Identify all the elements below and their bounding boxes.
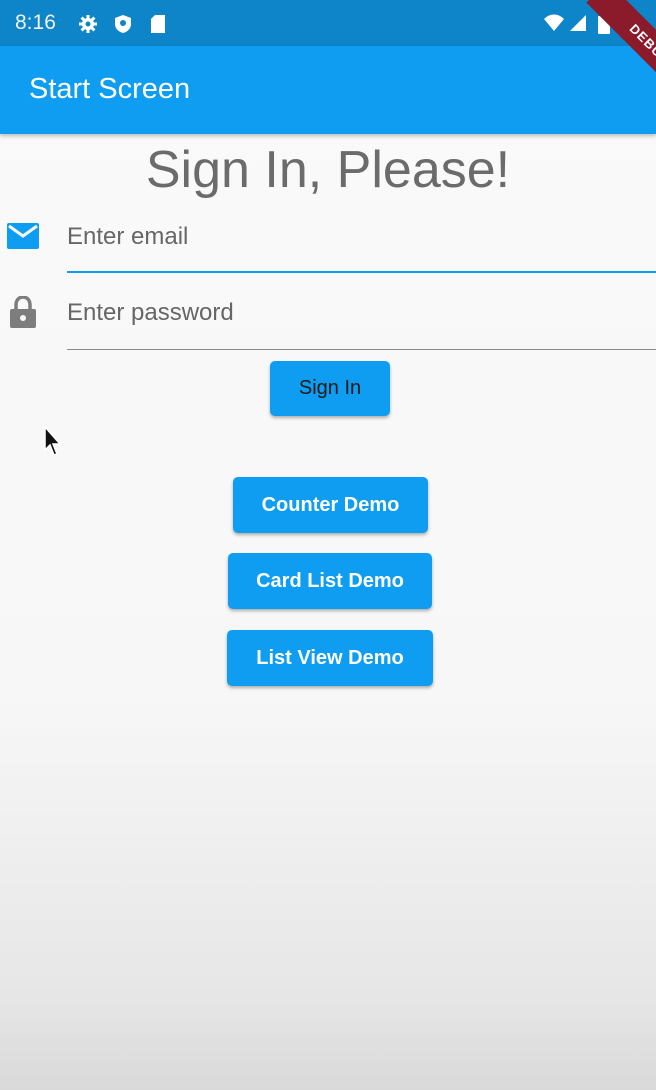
password-underline <box>67 349 656 350</box>
signal-icon <box>569 14 587 37</box>
page-heading: Sign In, Please! <box>145 141 511 199</box>
phone-screen: 8:16 Start Screen DEBUG Sign In, Please! <box>0 0 656 1090</box>
mail-icon <box>7 223 39 254</box>
status-time: 8:16 <box>15 11 56 34</box>
sign-in-button[interactable]: Sign In <box>270 361 390 416</box>
sd-card-icon <box>150 14 166 39</box>
shield-icon <box>114 14 132 39</box>
app-title: Start Screen <box>29 73 191 105</box>
counter-demo-button[interactable]: Counter Demo <box>233 477 428 533</box>
email-input[interactable] <box>67 217 656 257</box>
mouse-cursor-icon <box>44 425 64 463</box>
app-bar: Start Screen <box>0 46 656 134</box>
password-input[interactable] <box>67 293 656 333</box>
wifi-icon <box>543 14 565 37</box>
card-list-demo-button[interactable]: Card List Demo <box>228 553 432 609</box>
list-view-demo-button[interactable]: List View Demo <box>227 630 433 686</box>
gear-icon <box>78 14 98 39</box>
email-underline <box>67 271 656 273</box>
status-bar: 8:16 <box>0 0 656 46</box>
lock-icon <box>10 295 36 333</box>
